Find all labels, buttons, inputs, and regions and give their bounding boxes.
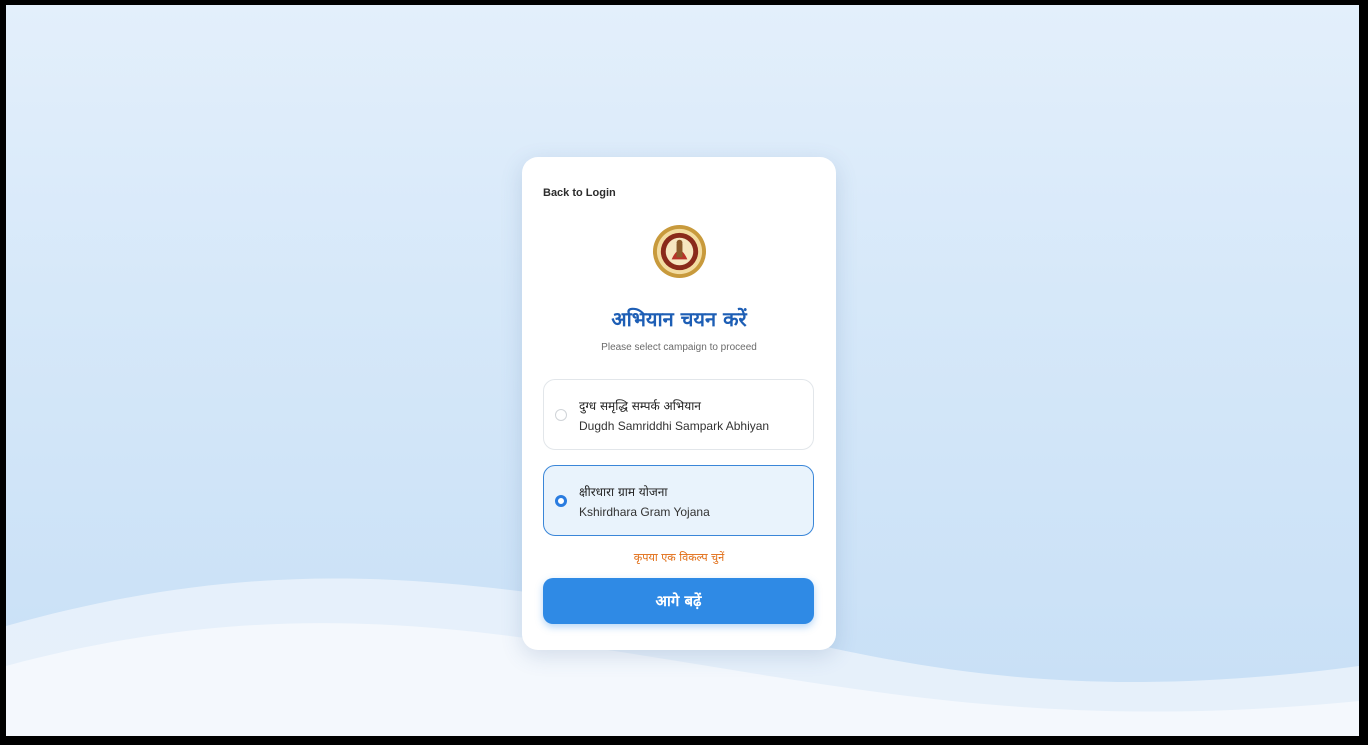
option-label-english: Dugdh Samriddhi Sampark Abhiyan [579,419,770,433]
option-label-english: Kshirdhara Gram Yojana [579,505,710,519]
page-title: अभियान चयन करें [611,307,747,331]
government-emblem-icon [652,224,707,279]
proceed-button[interactable]: आगे बढ़ें [543,578,814,624]
campaign-option-kshirdhara[interactable]: क्षीरधारा ग्राम योजना Kshirdhara Gram Yo… [543,465,814,536]
validation-message: कृपया एक विकल्प चुनें [633,551,725,564]
page-subtitle: Please select campaign to proceed [601,342,757,353]
app-screen: Back to Login अभियान चयन करें Please sel… [6,5,1359,736]
back-to-login-link[interactable]: Back to Login [543,187,616,199]
radio-icon[interactable] [555,409,567,421]
campaign-select-card: Back to Login अभियान चयन करें Please sel… [522,157,836,650]
option-label-hindi: दुग्ध समृद्धि सम्पर्क अभियान [579,399,701,413]
option-label-hindi: क्षीरधारा ग्राम योजना [579,485,668,499]
radio-icon[interactable] [555,495,567,507]
campaign-option-dugdh-samriddhi[interactable]: दुग्ध समृद्धि सम्पर्क अभियान Dugdh Samri… [543,379,814,450]
